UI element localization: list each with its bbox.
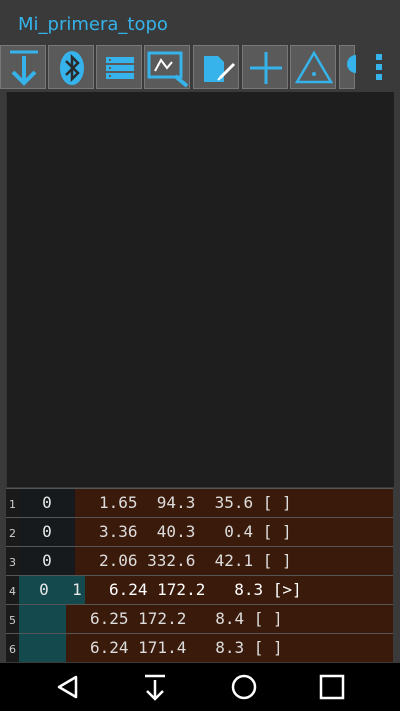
partial-icon [347, 55, 356, 73]
home-button[interactable] [214, 663, 274, 711]
home-circle-icon [231, 674, 257, 700]
overflow-menu-button[interactable] [360, 44, 396, 90]
row-number: 1 [6, 489, 19, 517]
shot-data[interactable]: 1.65 94.3 35.6 [ ] [75, 489, 393, 517]
search-sketch-button[interactable] [144, 45, 190, 89]
bluetooth-button[interactable] [48, 45, 94, 89]
table-row[interactable]: 2 0 3.36 40.3 0.4 [ ] [6, 517, 393, 546]
station-from[interactable]: 0 [19, 576, 69, 604]
station-from[interactable] [19, 634, 66, 662]
partial-button[interactable] [339, 45, 356, 89]
download-arrow-icon [10, 50, 38, 86]
shot-data[interactable]: 6.24 171.4 8.3 [ ] [66, 634, 393, 662]
station-from[interactable]: 0 [19, 489, 75, 517]
row-number: 5 [6, 605, 19, 633]
shot-data[interactable]: 2.06 332.6 42.1 [ ] [75, 547, 393, 575]
shots-table: 1 0 1.65 94.3 35.6 [ ] 2 0 3.36 40.3 0.4… [6, 488, 393, 662]
down-arrow-icon [145, 674, 165, 701]
list-button[interactable] [96, 45, 142, 89]
app-title: Mi_primera_topo [18, 14, 168, 35]
title-bar: Mi_primera_topo [0, 0, 400, 44]
bluetooth-icon [60, 51, 84, 85]
table-row[interactable]: 3 0 2.06 332.6 42.1 [ ] [6, 546, 393, 575]
table-row[interactable]: 1 0 1.65 94.3 35.6 [ ] [6, 488, 393, 517]
download-button[interactable] [0, 45, 46, 89]
system-nav-bar [0, 663, 400, 711]
recents-button[interactable] [302, 663, 362, 711]
more-vert-icon [376, 54, 382, 80]
plus-icon [250, 52, 282, 84]
table-row[interactable]: 6 6.24 171.4 8.3 [ ] [6, 633, 393, 662]
table-row[interactable]: 4 0 1 6.24 172.2 8.3 [>] [6, 575, 393, 604]
row-number: 4 [6, 576, 19, 604]
back-button[interactable] [38, 663, 98, 711]
row-number: 6 [6, 634, 19, 662]
station-from[interactable] [19, 605, 66, 633]
row-number: 3 [6, 547, 19, 575]
toolbar [0, 44, 400, 90]
edit-note-button[interactable] [193, 45, 239, 89]
station-to[interactable]: 1 [69, 576, 85, 604]
edit-note-icon [204, 56, 236, 82]
warning-triangle-icon [294, 50, 334, 84]
station-from[interactable]: 0 [19, 547, 75, 575]
shot-data[interactable]: 6.24 172.2 8.3 [>] [85, 576, 393, 604]
shot-data[interactable]: 3.36 40.3 0.4 [ ] [75, 518, 393, 546]
down-arrow-button[interactable] [125, 663, 185, 711]
warning-button[interactable] [290, 45, 336, 89]
table-row[interactable]: 5 6.25 172.2 8.4 [ ] [6, 604, 393, 633]
list-icon [106, 57, 134, 79]
search-sketch-icon [147, 51, 189, 88]
station-from[interactable]: 0 [19, 518, 75, 546]
add-button[interactable] [242, 45, 288, 89]
shot-data[interactable]: 6.25 172.2 8.4 [ ] [66, 605, 393, 633]
back-icon [57, 675, 78, 699]
sketch-canvas[interactable] [6, 92, 394, 487]
recents-square-icon [319, 674, 345, 700]
row-number: 2 [6, 518, 19, 546]
